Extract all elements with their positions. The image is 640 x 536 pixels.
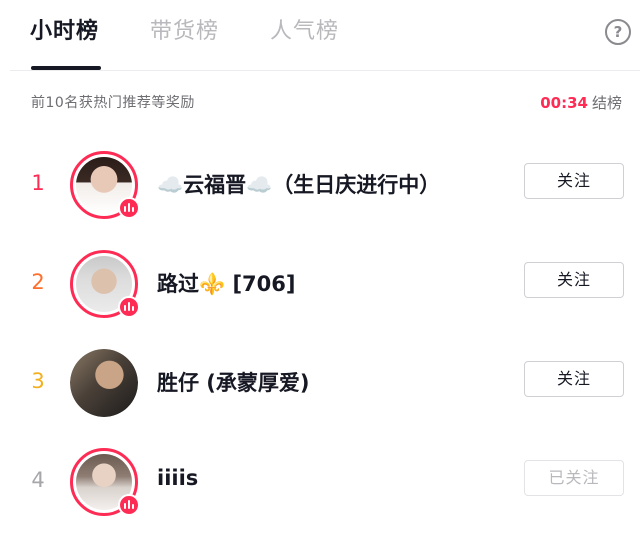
rank-number: 4 xyxy=(31,468,45,492)
divider xyxy=(10,70,640,71)
list-item[interactable]: 3 胜仔 (承蒙厚爱) 关注 xyxy=(0,343,640,423)
tab-hourly[interactable]: 小时榜 xyxy=(30,17,99,47)
countdown-label: 结榜 xyxy=(591,94,622,112)
rank-number: 3 xyxy=(31,369,45,393)
follow-button[interactable]: 关注 xyxy=(524,163,624,199)
tab-bar: 小时榜 带货榜 人气榜 ? xyxy=(0,0,640,70)
live-badge-icon xyxy=(118,494,140,516)
followed-button[interactable]: 已关注 xyxy=(524,460,624,496)
live-badge-icon xyxy=(118,296,140,318)
avatar[interactable] xyxy=(70,349,138,417)
tab-sales[interactable]: 带货榜 xyxy=(150,17,219,47)
username: 胜仔 (承蒙厚爱) xyxy=(157,371,310,395)
reward-subtitle: 前10名获热门推荐等奖励 xyxy=(31,95,195,111)
avatar[interactable] xyxy=(70,250,140,318)
list-item[interactable]: 2 路过⚜️ [706] 关注 xyxy=(0,244,640,324)
list-item[interactable]: 1 ☁️云福晋☁️（生日庆进行中） 关注 xyxy=(0,145,640,225)
username: 路过⚜️ [706] xyxy=(157,272,296,296)
username: ☁️云福晋☁️（生日庆进行中） xyxy=(157,173,441,197)
avatar[interactable] xyxy=(70,448,140,516)
question-circle-icon[interactable]: ? xyxy=(605,19,631,45)
list-item[interactable]: 4 iiiis 已关注 xyxy=(0,442,640,522)
avatar[interactable] xyxy=(70,151,140,219)
rank-number: 1 xyxy=(31,171,45,195)
follow-button[interactable]: 关注 xyxy=(524,262,624,298)
countdown: 00:34 结榜 xyxy=(540,92,622,113)
tab-popularity[interactable]: 人气榜 xyxy=(270,17,339,47)
username: iiiis xyxy=(157,466,199,490)
live-badge-icon xyxy=(118,197,140,219)
rank-number: 2 xyxy=(31,270,45,294)
countdown-time: 00:34 xyxy=(540,94,588,112)
follow-button[interactable]: 关注 xyxy=(524,361,624,397)
